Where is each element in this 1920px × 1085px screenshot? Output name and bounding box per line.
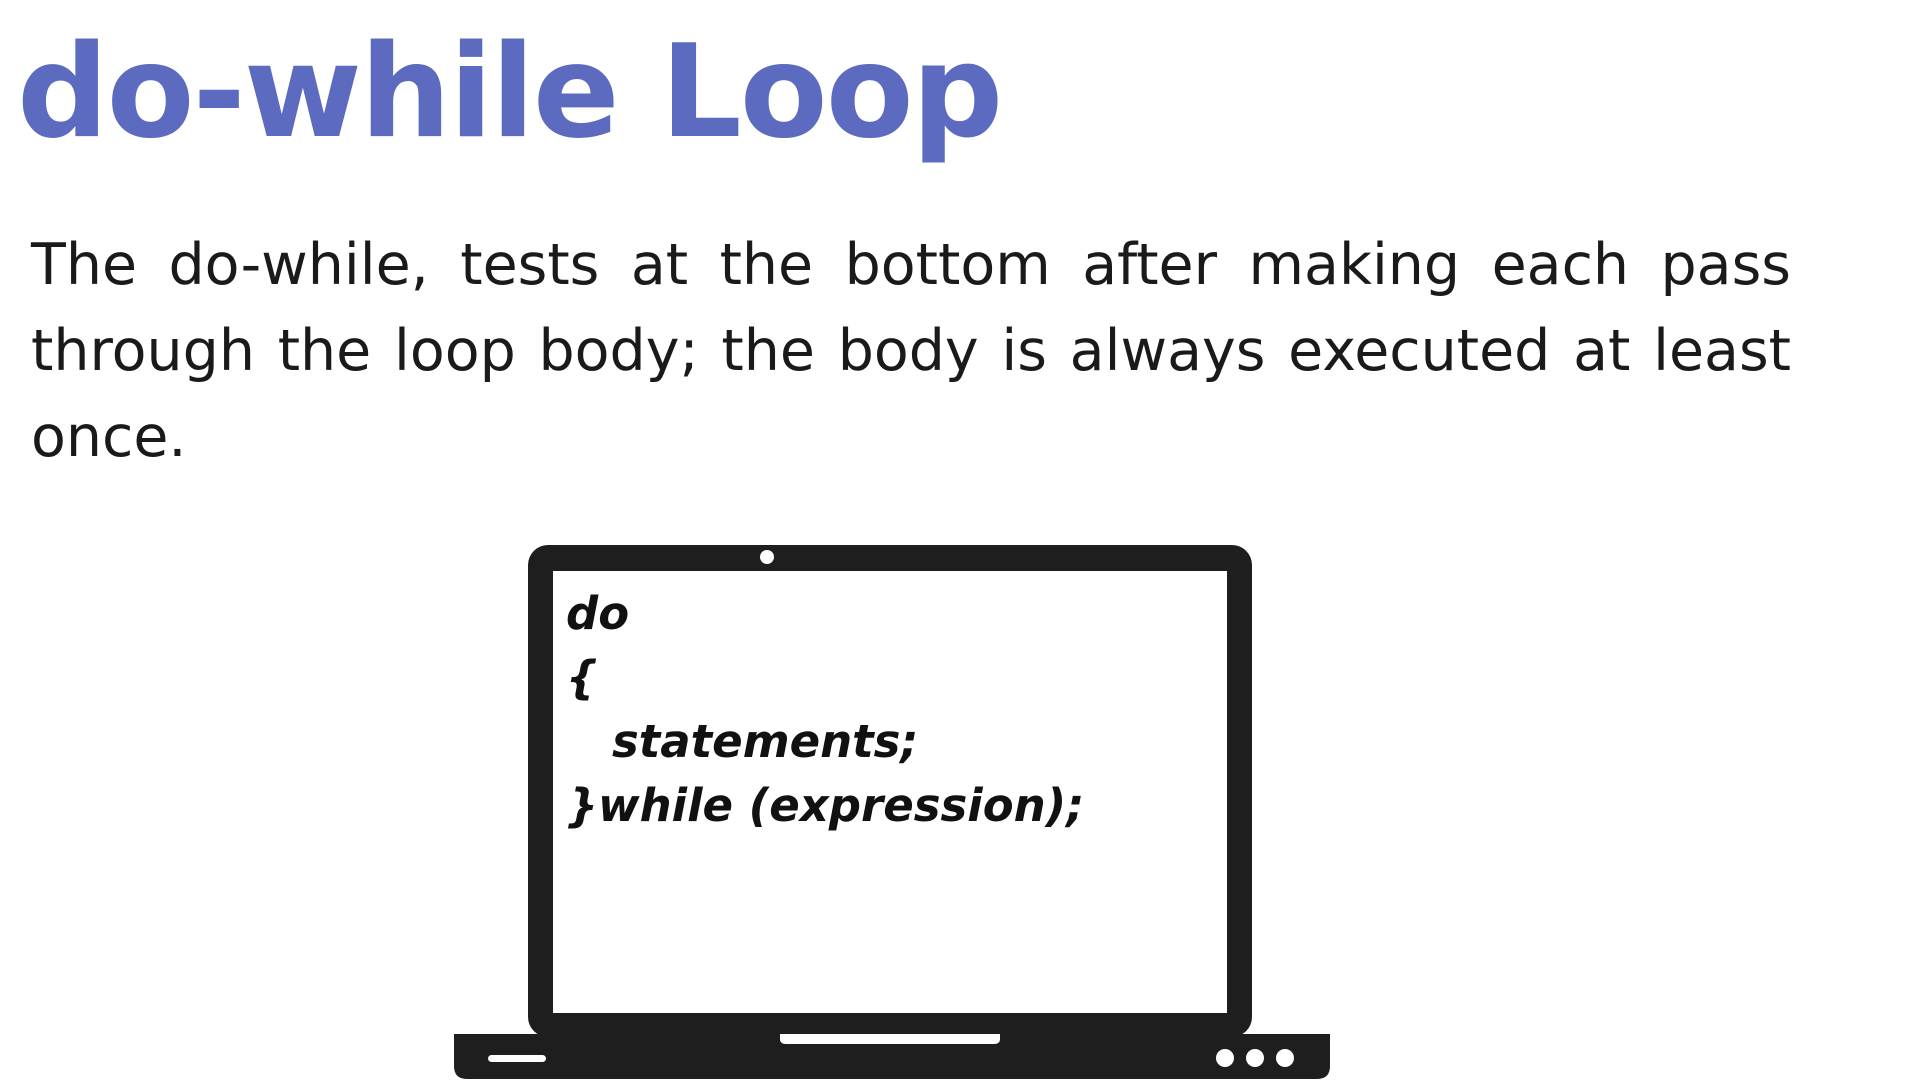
slide-title: do-while Loop (17, 18, 1003, 167)
laptop-camera (760, 550, 774, 564)
code-snippet: do { statements; }while (expression); (566, 582, 1216, 838)
code-line: }while (expression); (566, 779, 1085, 832)
laptop-indicator-dot (1216, 1049, 1234, 1067)
code-line: do (566, 587, 630, 640)
code-line: { (566, 651, 599, 704)
slide-body-text: The do-while, tests at the bottom after … (31, 232, 1791, 470)
code-line: statements; (612, 715, 919, 768)
laptop-indicator-dot (1276, 1049, 1294, 1067)
laptop-indicator-dot (1246, 1049, 1264, 1067)
laptop-hinge-notch (780, 1034, 1000, 1044)
laptop-base-slot (488, 1055, 546, 1062)
